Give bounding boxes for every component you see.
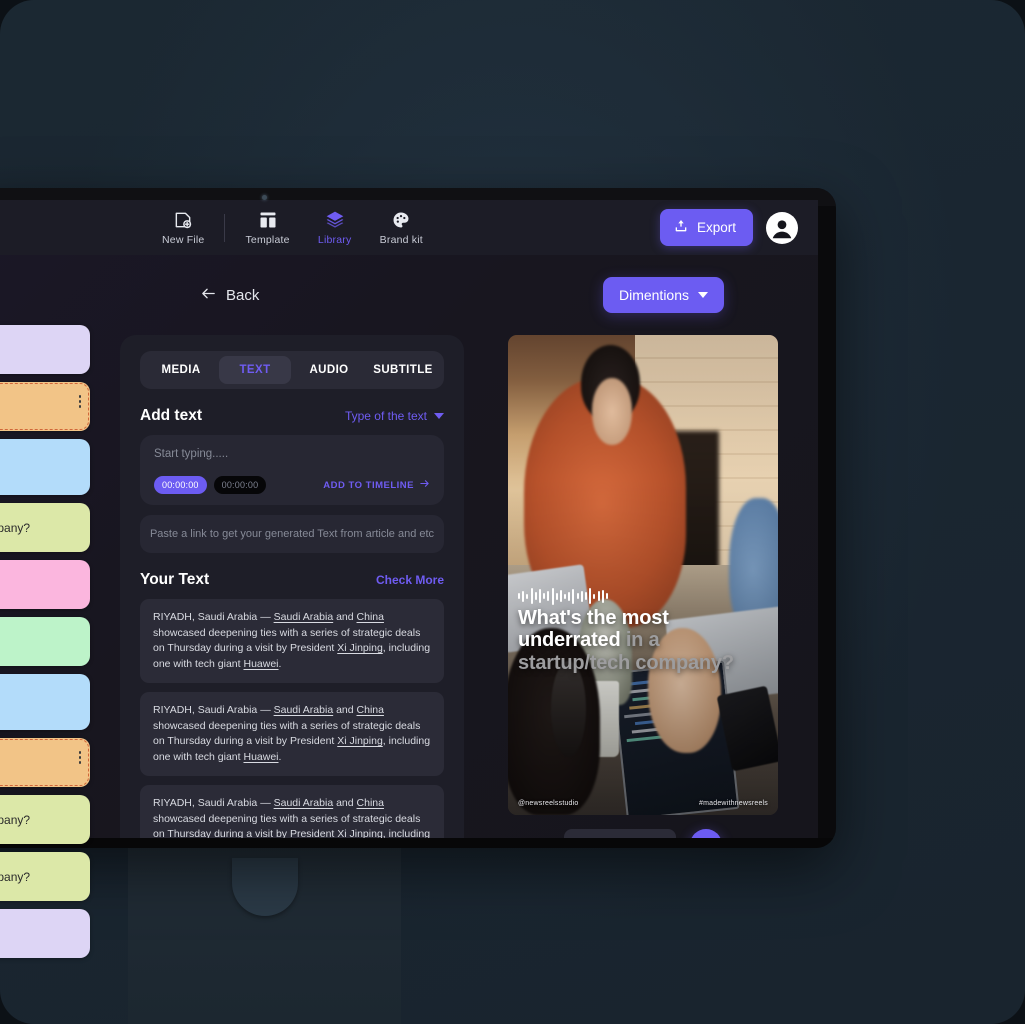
- chevron-down-icon: [698, 292, 708, 298]
- paste-link-input[interactable]: Paste a link to get your generated Text …: [140, 515, 444, 553]
- strip-card[interactable]: [0, 909, 90, 958]
- video-caption: What's the most underrated in a startup/…: [518, 607, 768, 674]
- arrow-left-icon: [200, 285, 217, 306]
- template-icon: [258, 210, 278, 230]
- strip-card[interactable]: ech company?: [0, 795, 90, 844]
- your-text-title: Your Text: [140, 571, 210, 588]
- tab-media[interactable]: MEDIA: [145, 356, 217, 384]
- strip-card[interactable]: tech: [0, 738, 90, 787]
- compose-placeholder: Start typing.....: [154, 448, 229, 460]
- back-button-label: Back: [226, 286, 260, 304]
- text-editor-panel: MEDIA TEXT AUDIO SUBTITLE Add text Type …: [120, 335, 464, 838]
- video-preview-panel: What's the most underrated in a startup/…: [508, 335, 778, 838]
- your-text-header: Your Text Check More: [140, 571, 444, 589]
- panels: MEDIA TEXT AUDIO SUBTITLE Add text Type …: [0, 313, 818, 838]
- workspace-header: Back Dimentions: [0, 255, 818, 313]
- card-menu-icon[interactable]: [78, 395, 81, 408]
- nav-item-brand-kit[interactable]: Brand kit: [366, 210, 437, 246]
- text-card[interactable]: RIYADH, Saudi Arabia — Saudi Arabia and …: [140, 785, 444, 838]
- text-card[interactable]: RIYADH, Saudi Arabia — Saudi Arabia and …: [140, 599, 444, 684]
- check-more-link[interactable]: Check More: [376, 573, 444, 587]
- nav-label-template: Template: [245, 233, 290, 246]
- export-upload-icon: [673, 218, 689, 237]
- strip-card[interactable]: [0, 325, 90, 374]
- webcam-icon: [262, 195, 267, 200]
- add-text-title: Add text: [140, 407, 202, 424]
- chevron-down-icon: [434, 413, 444, 419]
- layers-icon: [325, 210, 345, 230]
- dimensions-label: Dimentions: [618, 287, 689, 303]
- arrow-right-icon: [419, 478, 430, 492]
- video-watermarks: @newsreelsstudio #madewithnewsreels: [518, 800, 768, 807]
- nav-label-library: Library: [317, 233, 352, 246]
- export-button[interactable]: Export: [659, 209, 753, 246]
- play-icon: [699, 836, 714, 838]
- workspace: Back Dimentions MEDIA TEXT AUDIO SUBTITL…: [0, 255, 818, 838]
- strip-card[interactable]: [0, 560, 90, 609]
- back-button[interactable]: Back: [200, 285, 259, 306]
- strip-card[interactable]: ech company?: [0, 852, 90, 901]
- app-screen: New File Template Library Brand kit Expo…: [0, 200, 818, 838]
- nav-tools: New File Template Library Brand kit: [148, 210, 437, 246]
- type-of-text-label: Type of the text: [344, 409, 427, 423]
- player-controls: 00:46 / 00:56: [508, 829, 778, 838]
- text-card[interactable]: RIYADH, Saudi Arabia — Saudi Arabia and …: [140, 692, 444, 777]
- watermark-handle: @newsreelsstudio: [518, 800, 579, 807]
- play-button[interactable]: [690, 829, 723, 838]
- nav-item-template[interactable]: Template: [231, 210, 303, 246]
- compose-controls: 00:00:00 00:00:00 ADD TO TIMELINE: [154, 476, 430, 494]
- video-frame-image: [508, 335, 778, 815]
- nav-item-new-file[interactable]: New File: [148, 210, 218, 246]
- card-menu-icon[interactable]: [78, 751, 81, 764]
- desk-scene: New File Template Library Brand kit Expo…: [0, 0, 1025, 1024]
- add-text-header: Add text Type of the text: [140, 407, 444, 425]
- text-compose-box[interactable]: Start typing..... 00:00:00 00:00:00 ADD …: [140, 435, 444, 505]
- palette-icon: [391, 210, 411, 230]
- video-player[interactable]: What's the most underrated in a startup/…: [508, 335, 778, 815]
- strip-card[interactable]: [0, 439, 90, 495]
- app-topbar: New File Template Library Brand kit Expo…: [0, 200, 818, 255]
- nav-label-new-file: New File: [162, 233, 205, 246]
- audio-waveform-icon: [518, 585, 608, 607]
- time-display: 00:46 / 00:56: [563, 829, 677, 838]
- user-avatar-icon: [767, 212, 797, 243]
- tab-text[interactable]: TEXT: [219, 356, 291, 384]
- paste-link-placeholder: Paste a link to get your generated Text …: [149, 528, 435, 540]
- strip-card-label: ech company?: [0, 520, 31, 535]
- type-of-text-dropdown[interactable]: Type of the text: [345, 409, 444, 423]
- end-time-chip[interactable]: 00:00:00: [213, 476, 267, 494]
- strip-card[interactable]: tech: [0, 382, 90, 431]
- new-file-icon: [173, 210, 193, 230]
- card-strip: tech ech company? tech ech company? ech comp…: [0, 325, 90, 958]
- bezel-bottom: [0, 838, 836, 848]
- strip-card[interactable]: ech company?: [0, 503, 90, 552]
- tab-audio[interactable]: AUDIO: [293, 356, 365, 384]
- strip-card-label: ech company?: [0, 812, 31, 827]
- export-button-label: Export: [696, 220, 736, 235]
- strip-card[interactable]: [0, 674, 90, 730]
- watermark-hashtag: #madewithnewsreels: [699, 800, 768, 807]
- editor-tabs: MEDIA TEXT AUDIO SUBTITLE: [140, 351, 444, 389]
- nav-label-brand-kit: Brand kit: [379, 233, 423, 246]
- strip-card[interactable]: [0, 617, 90, 666]
- dimensions-dropdown[interactable]: Dimentions: [602, 277, 724, 313]
- strip-card-label: ech company?: [0, 869, 31, 884]
- avatar[interactable]: [766, 211, 798, 244]
- add-to-timeline-label: ADD TO TIMELINE: [323, 479, 414, 491]
- nav-divider: [224, 213, 226, 242]
- tab-subtitle[interactable]: SUBTITLE: [367, 356, 439, 384]
- topbar-right: Export: [659, 209, 798, 246]
- your-text-list: RIYADH, Saudi Arabia — Saudi Arabia and …: [140, 599, 444, 838]
- nav-item-library[interactable]: Library: [304, 210, 366, 246]
- start-time-chip[interactable]: 00:00:00: [154, 476, 207, 494]
- add-to-timeline-button[interactable]: ADD TO TIMELINE: [323, 478, 430, 492]
